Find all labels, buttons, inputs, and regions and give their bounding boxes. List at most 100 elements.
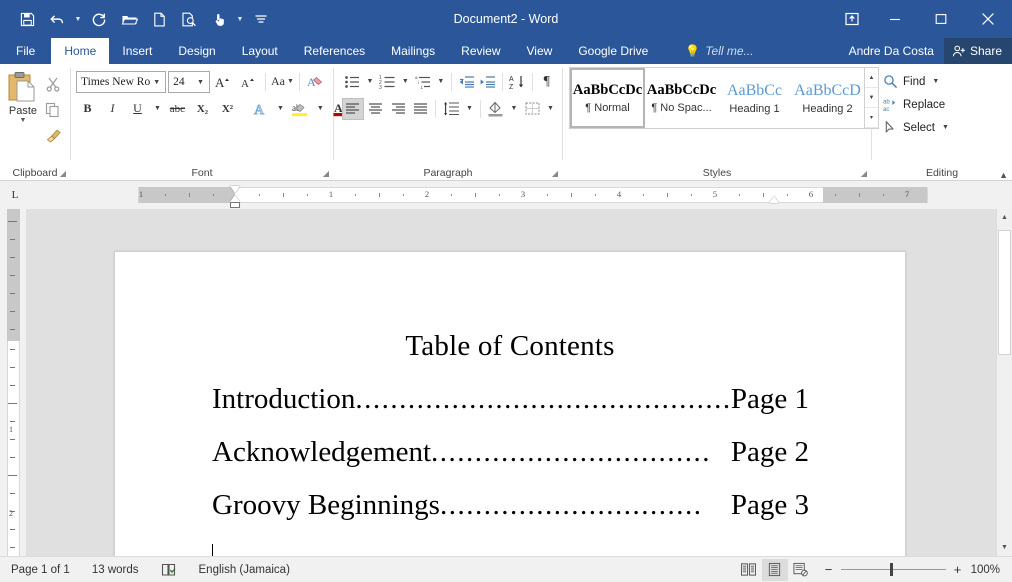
multilevel-list-button[interactable]: ai1 [413,71,433,93]
bold-button[interactable]: B [76,97,99,120]
find-dropdown-icon[interactable]: ▼ [932,78,939,85]
tab-home[interactable]: Home [51,38,110,64]
zoom-control[interactable]: − + [814,562,971,577]
clipboard-dialog-launcher[interactable]: ◢ [60,169,66,178]
tab-references[interactable]: References [291,38,378,64]
vertical-scrollbar[interactable]: ▲ ▼ [996,209,1012,556]
subscript-button[interactable]: X₂ [191,97,214,120]
styles-dialog-launcher[interactable]: ◢ [861,169,867,178]
align-center-button[interactable] [365,98,387,120]
left-indent-marker[interactable] [230,201,240,208]
style-normal[interactable]: AaBbCcDc ¶ Normal [570,68,645,128]
shading-dropdown-icon[interactable]: ▼ [508,97,521,120]
bullets-dropdown-icon[interactable]: ▼ [363,70,376,93]
increase-indent-button[interactable] [478,71,498,93]
scroll-up-icon[interactable]: ▲ [997,209,1012,226]
numbering-dropdown-icon[interactable]: ▼ [399,70,412,93]
tab-insert[interactable]: Insert [109,38,165,64]
decrease-indent-button[interactable] [456,71,476,93]
borders-button[interactable] [521,98,543,120]
scroll-down-icon[interactable]: ▼ [997,539,1012,556]
grow-font-button[interactable]: A [212,70,235,93]
document-canvas[interactable]: Table of Contents Introduction .........… [26,209,996,556]
zoom-in-button[interactable]: + [953,562,963,577]
multilevel-list-dropdown-icon[interactable]: ▼ [434,70,447,93]
cut-button[interactable] [41,72,65,95]
document-body[interactable]: Table of Contents Introduction .........… [115,252,905,556]
redo-icon[interactable] [84,5,114,33]
touch-mode-icon[interactable] [204,5,234,33]
strikethrough-button[interactable]: abc [166,97,189,120]
hanging-indent-marker[interactable] [230,194,240,202]
first-line-indent-marker[interactable] [230,185,240,193]
align-left-button[interactable] [342,97,364,120]
highlight-dropdown-icon[interactable]: ▼ [314,97,327,120]
print-preview-icon[interactable] [174,5,204,33]
style-no-spacing[interactable]: AaBbCcDc ¶ No Spac... [645,68,718,128]
format-painter-button[interactable] [41,124,65,147]
tab-stop-selector[interactable]: L [4,184,26,206]
italic-button[interactable]: I [101,97,124,120]
scrollbar-thumb[interactable] [998,230,1011,355]
open-icon[interactable] [114,5,144,33]
line-spacing-button[interactable] [440,98,462,120]
undo-icon[interactable] [42,5,72,33]
paste-dropdown-icon[interactable]: ▼ [20,117,27,125]
minimize-button[interactable] [872,0,918,38]
text-highlight-button[interactable]: ab [289,97,312,120]
read-mode-button[interactable] [736,559,762,581]
chevron-down-icon[interactable]: ▼ [287,78,294,85]
save-icon[interactable] [12,5,42,33]
show-formatting-marks-button[interactable]: ¶ [537,71,557,93]
language-indicator[interactable]: English (Jamaica) [188,564,301,576]
align-right-button[interactable] [387,98,409,120]
word-count[interactable]: 13 words [81,564,150,576]
change-case-button[interactable]: Aa ▼ [271,70,294,93]
vertical-ruler[interactable]: 1 2 [0,209,26,556]
text-effects-dropdown-icon[interactable]: ▼ [274,97,287,120]
paragraph-dialog-launcher[interactable]: ◢ [552,169,558,178]
sort-button[interactable]: AZ [507,71,527,93]
paste-button[interactable]: Paste ▼ [5,68,41,164]
select-button[interactable]: Select ▼ [880,116,1007,139]
web-layout-button[interactable] [788,559,814,581]
chevron-down-icon[interactable]: ▼ [194,78,207,86]
bullets-button[interactable] [342,71,362,93]
underline-dropdown-icon[interactable]: ▼ [151,97,164,120]
close-button[interactable] [964,0,1012,38]
customize-quick-access-icon[interactable] [246,5,276,33]
ribbon-display-options-icon[interactable] [832,0,872,38]
document-page[interactable]: Table of Contents Introduction .........… [114,251,906,556]
copy-button[interactable] [41,98,65,121]
tab-google-drive[interactable]: Google Drive [565,38,661,64]
numbering-button[interactable]: 123 [377,71,397,93]
font-size-combobox[interactable]: 24 ▼ [168,70,210,93]
collapse-ribbon-icon[interactable]: ▲ [999,170,1008,180]
tab-layout[interactable]: Layout [229,38,291,64]
font-dialog-launcher[interactable]: ◢ [323,169,329,178]
undo-dropdown-icon[interactable] [72,5,84,33]
line-spacing-dropdown-icon[interactable]: ▼ [463,97,476,120]
tab-file[interactable]: File [0,38,52,64]
text-effects-button[interactable]: A [249,97,272,120]
tell-me-search[interactable]: 💡 Tell me... [673,38,763,64]
find-button[interactable]: Find ▼ [880,70,1007,93]
zoom-out-button[interactable]: − [824,562,834,577]
replace-button[interactable]: ab ac Replace [880,93,1007,116]
scrollbar-track[interactable] [997,226,1012,539]
superscript-button[interactable]: X² [216,97,239,120]
chevron-down-icon[interactable]: ▼ [150,78,163,86]
style-heading-1[interactable]: AaBbCс Heading 1 [718,68,791,128]
maximize-button[interactable] [918,0,964,38]
zoom-slider-handle[interactable] [889,563,893,576]
shrink-font-button[interactable]: A [237,70,260,93]
user-name[interactable]: Andre Da Costa [839,44,944,58]
shading-button[interactable] [485,98,507,120]
underline-button[interactable]: U [126,97,149,120]
share-button[interactable]: Share [943,38,1012,64]
print-layout-button[interactable] [761,558,788,581]
tab-review[interactable]: Review [448,38,513,64]
clear-formatting-button[interactable]: A [305,70,328,93]
tab-mailings[interactable]: Mailings [378,38,448,64]
page-indicator[interactable]: Page 1 of 1 [0,564,81,576]
